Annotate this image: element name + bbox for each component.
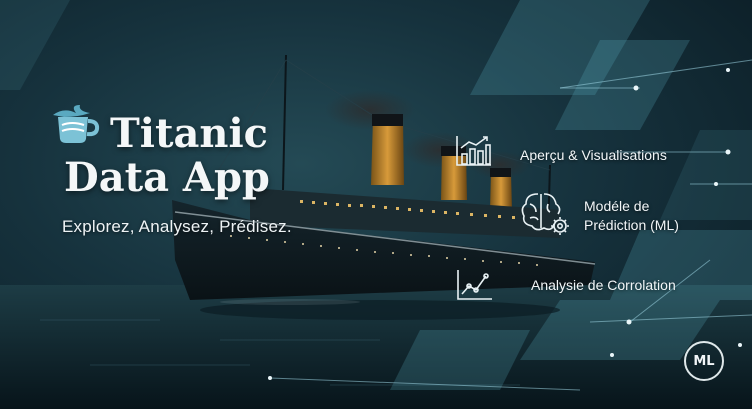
feature-correlation-analysis[interactable]: Analysie de Corrolation	[531, 276, 676, 294]
ml-badge-icon: ML	[684, 341, 724, 381]
tagline: Explorez, Analysez, Prédisez.	[62, 217, 292, 236]
feature-ml-label-line1: Modéle de	[584, 198, 650, 214]
bar-chart-icon	[456, 136, 491, 166]
line-chart-icon	[457, 270, 492, 300]
hero-banner: Titanic Data App Explorez, Analysez, Pré…	[0, 0, 752, 409]
app-title: Titanic Data App	[64, 112, 270, 200]
app-title-line1: Titanic	[110, 110, 268, 157]
feature-ml-label-line2: Prédiction (ML)	[584, 217, 679, 233]
app-title-line2: Data App	[64, 154, 270, 201]
brain-gear-icon	[521, 193, 569, 235]
feature-overview-visualisations[interactable]: Aperçu & Visualisations	[520, 146, 667, 164]
feature-ml-prediction[interactable]: Modéle de Prédiction (ML)	[584, 197, 679, 235]
